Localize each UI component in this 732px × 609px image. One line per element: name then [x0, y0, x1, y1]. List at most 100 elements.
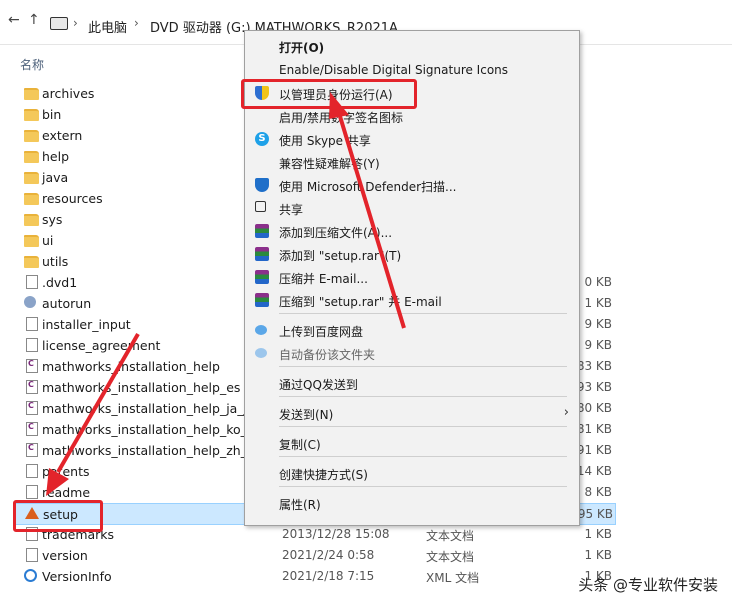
context-menu-item[interactable]: 打开(O): [245, 35, 579, 57]
context-menu-item[interactable]: 创建快捷方式(S): [245, 462, 579, 484]
skype-icon: S: [255, 132, 269, 146]
context-menu-item[interactable]: 使用 Microsoft Defender扫描...: [245, 174, 579, 196]
context-menu-label: 自动备份该文件夹: [279, 348, 376, 362]
file-size: 14 KB: [576, 464, 612, 478]
context-menu-label: 添加到 "setup.rar"(T): [279, 249, 402, 263]
context-menu-item[interactable]: 自动备份该文件夹: [245, 342, 579, 364]
folder-icon: [24, 88, 39, 100]
folder-icon: [24, 256, 39, 268]
baidu-cloud-icon: [255, 348, 267, 358]
defender-icon: [255, 178, 269, 192]
context-menu-item[interactable]: Enable/Disable Digital Signature Icons: [245, 59, 579, 81]
back-arrow-icon[interactable]: ←: [8, 12, 20, 28]
folder-icon: [24, 214, 39, 226]
file-name: autorun: [42, 296, 92, 311]
file-name: mathworks_installation_help_ko_KR: [42, 422, 264, 437]
context-menu-item[interactable]: 兼容性疑难解答(Y): [245, 151, 579, 173]
run-as-admin-highlight-box: [241, 79, 417, 109]
column-header-name[interactable]: 名称: [20, 56, 44, 73]
file-size: 91 KB: [576, 443, 612, 457]
file-size: 9 KB: [584, 317, 612, 331]
breadcrumb-separator: ›: [73, 16, 78, 30]
breadcrumb-this-pc[interactable]: 此电脑: [88, 17, 127, 36]
file-size: 1 KB: [584, 296, 612, 310]
context-menu-item[interactable]: 压缩到 "setup.rar" 并 E-mail: [245, 289, 579, 311]
winrar-icon: [255, 270, 269, 284]
folder-icon: [24, 109, 39, 121]
file-size: 9 KB: [584, 338, 612, 352]
help-file-icon: [26, 443, 38, 457]
xml-icon: [24, 569, 37, 582]
context-menu-label: 通过QQ发送到: [279, 378, 358, 392]
folder-icon: [24, 235, 39, 247]
context-menu-label: Enable/Disable Digital Signature Icons: [279, 63, 509, 77]
drive-icon: [50, 17, 68, 30]
context-menu-label: 使用 Microsoft Defender扫描...: [279, 180, 457, 194]
menu-separator: [279, 456, 567, 457]
file-size: 1 KB: [584, 527, 612, 541]
context-menu-label: 属性(R): [279, 498, 321, 512]
file-name: utils: [42, 254, 69, 269]
gear-file-icon: [24, 296, 36, 308]
context-menu-label: 发送到(N): [279, 408, 334, 422]
file-date: 2021/2/18 7:15: [282, 569, 375, 583]
context-menu-label: 打开(O): [279, 41, 325, 55]
file-row[interactable]: trademarks 2013/12/28 15:08 文本文档 1 KB: [14, 524, 614, 544]
help-file-icon: [26, 380, 38, 394]
file-size: 93 KB: [576, 380, 612, 394]
file-icon: [26, 485, 38, 499]
baidu-cloud-icon: [255, 325, 267, 335]
file-icon: [26, 548, 38, 562]
file-name: sys: [42, 212, 63, 227]
context-menu-label: 使用 Skype 共享: [279, 134, 371, 148]
file-row[interactable]: VersionInfo 2021/2/18 7:15 XML 文档 1 KB: [14, 566, 614, 586]
help-file-icon: [26, 422, 38, 436]
context-menu-item[interactable]: 属性(R): [245, 492, 579, 514]
context-menu-label: 共享: [279, 203, 304, 217]
file-name: extern: [42, 128, 83, 143]
setup-highlight-box: [13, 500, 103, 532]
context-menu-item[interactable]: 通过QQ发送到: [245, 372, 579, 394]
file-name: java: [42, 170, 69, 185]
menu-separator: [279, 486, 567, 487]
context-menu-item[interactable]: 复制(C): [245, 432, 579, 454]
folder-icon: [24, 172, 39, 184]
file-name: archives: [42, 86, 95, 101]
file-name: license_agreement: [42, 338, 161, 353]
context-menu-item[interactable]: 上传到百度网盘: [245, 319, 579, 341]
folder-icon: [24, 193, 39, 205]
file-size: 1 KB: [584, 548, 612, 562]
file-type: 文本文档: [426, 550, 475, 564]
file-size: 95 KB: [577, 507, 613, 521]
context-menu-item[interactable]: 压缩并 E-mail...: [245, 266, 579, 288]
file-size: 83 KB: [576, 359, 612, 373]
file-icon: [26, 317, 38, 331]
file-name: patents: [42, 464, 90, 479]
winrar-icon: [255, 224, 269, 238]
file-name: VersionInfo: [42, 569, 112, 584]
menu-separator: [279, 313, 567, 314]
file-row[interactable]: version 2021/2/24 0:58 文本文档 1 KB: [14, 545, 614, 565]
context-menu-label: 压缩并 E-mail...: [279, 272, 368, 286]
context-menu-item[interactable]: 添加到 "setup.rar"(T): [245, 243, 579, 265]
share-icon: [255, 201, 266, 212]
breadcrumb-separator: ›: [134, 16, 139, 30]
up-arrow-icon[interactable]: ↑: [28, 12, 40, 28]
context-menu-item[interactable]: S 使用 Skype 共享: [245, 128, 579, 150]
file-size: 0 KB: [584, 275, 612, 289]
file-size: 8 KB: [584, 485, 612, 499]
context-menu-item[interactable]: 发送到(N) ›: [245, 402, 579, 424]
file-icon: [26, 338, 38, 352]
file-name: ui: [42, 233, 54, 248]
chevron-right-icon: ›: [563, 405, 569, 420]
file-name: version: [42, 548, 88, 563]
context-menu-item[interactable]: 共享: [245, 197, 579, 219]
context-menu-label: 压缩到 "setup.rar" 并 E-mail: [279, 295, 442, 309]
file-date: 2021/2/24 0:58: [282, 548, 375, 562]
context-menu-item[interactable]: 添加到压缩文件(A)...: [245, 220, 579, 242]
folder-icon: [24, 151, 39, 163]
winrar-icon: [255, 293, 269, 307]
file-name: readme: [42, 485, 91, 500]
menu-separator: [279, 366, 567, 367]
file-name: installer_input: [42, 317, 131, 332]
